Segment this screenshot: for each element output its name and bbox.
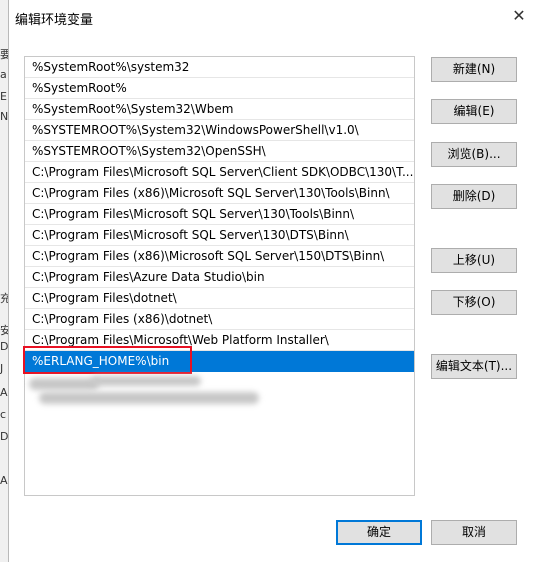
path-list-item[interactable]: C:\Program Files\Microsoft\Web Platform … bbox=[25, 330, 414, 351]
path-list-item[interactable]: C:\Program Files\Microsoft SQL Server\13… bbox=[25, 204, 414, 225]
bg-char: E bbox=[0, 90, 7, 103]
move-up-button[interactable]: 上移(U) bbox=[431, 248, 517, 273]
path-list-item[interactable]: %SystemRoot%\System32\Wbem bbox=[25, 99, 414, 120]
bg-char: A bbox=[0, 474, 8, 487]
ok-button[interactable]: 确定 bbox=[336, 520, 422, 545]
bg-char: J bbox=[0, 362, 4, 375]
dialog-title: 编辑环境变量 bbox=[15, 13, 94, 28]
path-list-item[interactable]: %ERLANG_HOME%\bin bbox=[25, 351, 414, 372]
path-list-item[interactable]: C:\Program Files\Microsoft SQL Server\Cl… bbox=[25, 162, 414, 183]
delete-button[interactable]: 删除(D) bbox=[431, 184, 517, 209]
path-list-item[interactable]: C:\Program Files\Microsoft SQL Server\13… bbox=[25, 225, 414, 246]
move-down-button[interactable]: 下移(O) bbox=[431, 290, 517, 315]
path-list-item[interactable]: C:\Program Files (x86)\dotnet\ bbox=[25, 309, 414, 330]
path-list[interactable]: %SystemRoot%\system32 %SystemRoot% %System… bbox=[24, 56, 415, 496]
path-list-item[interactable]: %SYSTEMROOT%\System32\WindowsPowerShell\… bbox=[25, 120, 414, 141]
path-list-item[interactable]: %SystemRoot%\system32 bbox=[25, 57, 414, 78]
edit-environment-variable-dialog: 编辑环境变量 ✕ %SystemRoot%\system32 %SystemRoo… bbox=[8, 0, 537, 562]
path-list-item[interactable]: C:\Program Files\dotnet\ bbox=[25, 288, 414, 309]
new-button[interactable]: 新建(N) bbox=[431, 57, 517, 82]
path-list-item[interactable]: C:\Program Files (x86)\Microsoft SQL Ser… bbox=[25, 183, 414, 204]
bg-char: c bbox=[0, 408, 7, 421]
edit-text-button[interactable]: 编辑文本(T)... bbox=[431, 354, 517, 379]
path-list-item[interactable]: C:\Program Files\Azure Data Studio\bin bbox=[25, 267, 414, 288]
cancel-button[interactable]: 取消 bbox=[431, 520, 517, 545]
title-bar: 编辑环境变量 ✕ bbox=[9, 0, 537, 34]
path-list-item[interactable]: %SystemRoot% bbox=[25, 78, 414, 99]
edit-button[interactable]: 编辑(E) bbox=[431, 99, 517, 124]
bg-char: a bbox=[0, 68, 7, 81]
browse-button[interactable]: 浏览(B)... bbox=[431, 142, 517, 167]
close-icon[interactable]: ✕ bbox=[510, 7, 528, 25]
bg-char: A bbox=[0, 386, 8, 399]
path-list-item[interactable]: C:\Program Files (x86)\Microsoft SQL Ser… bbox=[25, 246, 414, 267]
path-list-item[interactable]: %SYSTEMROOT%\System32\OpenSSH\ bbox=[25, 141, 414, 162]
bg-char: N bbox=[0, 110, 9, 123]
